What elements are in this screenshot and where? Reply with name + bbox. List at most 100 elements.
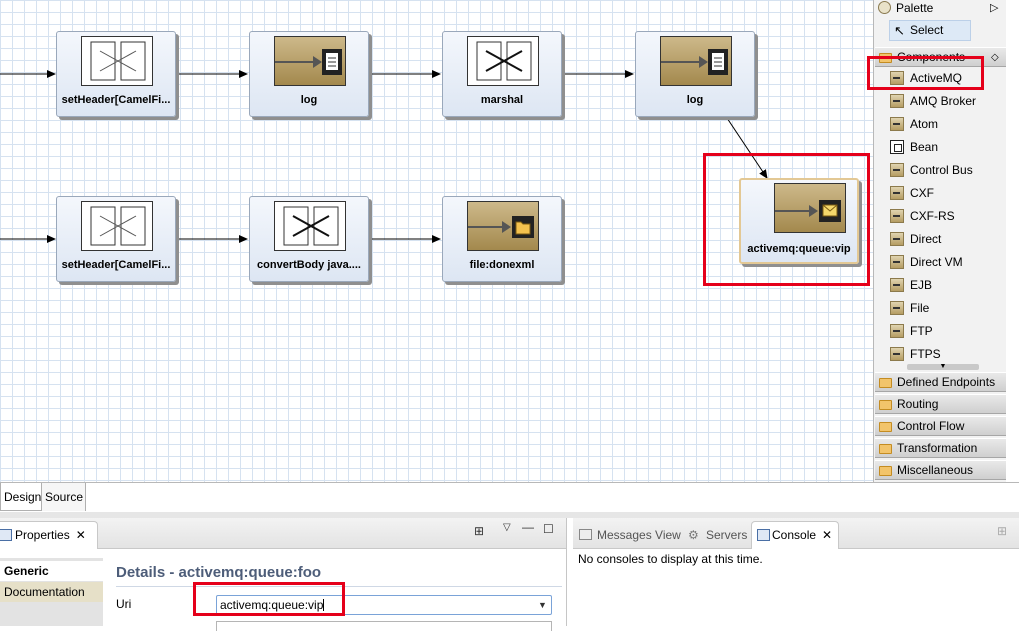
chevron-down-icon[interactable]: ▼: [536, 598, 549, 612]
select-tool-label: Select: [910, 23, 944, 37]
tab-label: Console: [772, 528, 817, 542]
drawer-routing[interactable]: Routing: [875, 394, 1006, 414]
endpoint-icon: [890, 301, 904, 315]
palette-item-bean[interactable]: Bean: [890, 137, 938, 157]
palette-icon: [878, 1, 891, 14]
minimize-icon[interactable]: —: [522, 520, 534, 534]
endpoint-icon: [890, 117, 904, 131]
endpoint-icon: [890, 163, 904, 177]
activemq-endpoint-icon: [755, 183, 846, 233]
view-menu-icon[interactable]: ▽: [503, 522, 511, 533]
uri-value: activemq:queue:vip: [220, 598, 324, 612]
folder-open-icon: [879, 53, 892, 63]
tab-messages-view[interactable]: Messages View: [577, 524, 681, 548]
drawer-label: Transformation: [897, 441, 978, 455]
connection: [726, 117, 768, 179]
node-label: log: [300, 94, 318, 106]
palette-item-label: File: [910, 301, 930, 315]
palette-item-activemq[interactable]: ActiveMQ: [890, 68, 962, 88]
route-node-log[interactable]: log: [635, 31, 755, 117]
maximize-icon[interactable]: ☐: [543, 522, 554, 536]
palette-item-cxf-rs[interactable]: CXF-RS: [890, 206, 955, 226]
route-diagram-canvas[interactable]: setHeader[CamelFi... log marshal log act…: [0, 0, 873, 482]
select-tool[interactable]: ↖ Select: [889, 20, 971, 41]
drawer-control-flow[interactable]: Control Flow: [875, 416, 1006, 436]
drawer-miscellaneous[interactable]: Miscellaneous: [875, 460, 1006, 480]
palette-header[interactable]: Palette ▷: [874, 0, 1006, 18]
node-label: log: [686, 94, 704, 106]
route-node-activemq-queue-vip[interactable]: activemq:queue:vip: [739, 178, 859, 264]
endpoint-icon: [890, 255, 904, 269]
endpoint-icon: [890, 278, 904, 292]
route-node-log[interactable]: log: [249, 31, 369, 117]
next-field[interactable]: [216, 621, 552, 631]
palette-item-atom[interactable]: Atom: [890, 114, 938, 134]
transform-icon: [81, 201, 153, 251]
side-tab-generic[interactable]: Generic: [0, 561, 104, 581]
palette-item-ftps[interactable]: FTPS: [890, 344, 941, 364]
transform-icon: [467, 36, 539, 86]
node-label: activemq:queue:vip: [747, 243, 851, 255]
palette-item-ejb[interactable]: EJB: [890, 275, 932, 295]
node-label: file:donexml: [469, 259, 535, 271]
bean-icon: [890, 140, 904, 154]
drawer-label: Defined Endpoints: [897, 375, 996, 389]
properties-view-header: Properties ✕ ⊞ ▽ — ☐: [0, 518, 566, 549]
drawer-transformation[interactable]: Transformation: [875, 438, 1006, 458]
file-endpoint-icon: [462, 201, 539, 251]
tab-design[interactable]: Design: [0, 483, 42, 511]
palette-item-direct[interactable]: Direct: [890, 229, 941, 249]
route-node-setheader[interactable]: setHeader[CamelFi...: [56, 31, 176, 117]
drawer-defined-endpoints[interactable]: Defined Endpoints: [875, 372, 1006, 392]
tab-label: Messages View: [597, 528, 681, 542]
folder-icon: [879, 422, 892, 432]
palette-item-label: Atom: [910, 117, 939, 131]
node-label: marshal: [480, 94, 524, 106]
palette-item-label: CXF: [910, 186, 934, 200]
tab-label: Servers: [706, 528, 748, 542]
console-icon: [757, 529, 770, 541]
servers-icon: ⚙: [688, 528, 699, 542]
pin-icon[interactable]: ◇: [991, 48, 999, 67]
folder-icon: [879, 400, 892, 410]
editor-tab-bar: Design Source: [0, 482, 1019, 512]
side-tab-label: Documentation: [4, 585, 85, 599]
palette-item-amq-broker[interactable]: AMQ Broker: [890, 91, 976, 111]
palette-item-direct-vm[interactable]: Direct VM: [890, 252, 963, 272]
tab-source[interactable]: Source: [42, 483, 86, 511]
properties-side-tabs: Generic Documentation: [0, 558, 104, 626]
palette-item-label: FTP: [910, 324, 933, 338]
uri-combo[interactable]: activemq:queue:vip ▼: [216, 595, 552, 615]
tab-label: Design: [4, 490, 42, 504]
tab-servers[interactable]: ⚙ Servers: [686, 524, 747, 548]
palette-item-ftp[interactable]: FTP: [890, 321, 933, 341]
route-node-file-donexml[interactable]: file:donexml: [442, 196, 562, 282]
open-console-icon[interactable]: ⊞: [997, 524, 1007, 538]
console-view: Messages View ⚙ Servers Console ✕ ⊞ No co…: [573, 518, 1019, 626]
close-icon[interactable]: ✕: [822, 528, 832, 542]
drawer-label: Routing: [897, 397, 939, 411]
pin-view-icon[interactable]: ⊞: [474, 524, 484, 538]
tab-label: Source: [45, 490, 84, 504]
route-node-setheader[interactable]: setHeader[CamelFi...: [56, 196, 176, 282]
close-icon[interactable]: ✕: [76, 528, 86, 542]
palette-item-cxf[interactable]: CXF: [890, 183, 934, 203]
arrow-cursor-icon: ↖: [894, 23, 905, 38]
palette-item-label: AMQ Broker: [910, 94, 977, 108]
endpoint-icon: [890, 71, 904, 85]
side-tab-documentation[interactable]: Documentation: [0, 582, 103, 602]
palette-item-label: Direct: [910, 232, 942, 246]
node-label: setHeader[CamelFi...: [61, 94, 171, 106]
chevron-right-icon[interactable]: ▷: [990, 0, 998, 16]
palette-item-control-bus[interactable]: Control Bus: [890, 160, 973, 180]
palette-item-label: Direct VM: [910, 255, 963, 269]
palette-item-file[interactable]: File: [890, 298, 929, 318]
drawer-components[interactable]: Components ◇: [875, 47, 1006, 67]
tab-properties[interactable]: Properties ✕: [0, 521, 98, 549]
console-message: No consoles to display at this time.: [578, 552, 763, 566]
side-tab-label: Generic: [4, 564, 49, 578]
route-node-marshal[interactable]: marshal: [442, 31, 562, 117]
scroll-down-icon[interactable]: ▼: [907, 363, 979, 370]
tab-console[interactable]: Console ✕: [751, 521, 840, 549]
route-node-convertbody[interactable]: convertBody java....: [249, 196, 369, 282]
